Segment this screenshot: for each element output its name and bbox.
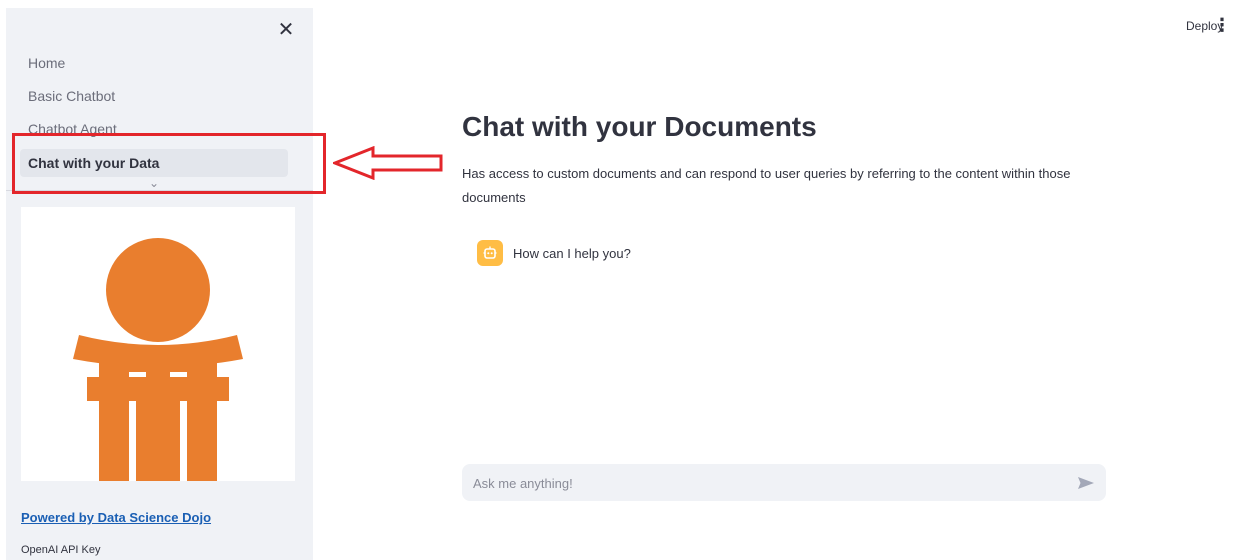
left-arrow-icon [330,145,445,185]
api-key-label: OpenAI API Key [21,544,101,556]
sidebar-item-home[interactable]: Home [20,48,288,81]
robot-icon [477,240,503,266]
page-title: Chat with your Documents [462,111,817,142]
annotation-highlight-box [12,133,326,194]
chat-message: How can I help you? [477,240,631,266]
kebab-menu-icon[interactable]: ⋮ [1213,14,1231,36]
data-science-dojo-logo [21,207,295,481]
page-description: Has access to custom documents and can r… [462,166,1071,205]
chat-input[interactable] [462,464,1065,503]
close-icon[interactable]: ✕ [276,20,296,40]
sidebar: ✕ Home Basic Chatbot Chatbot Agent Chat … [6,8,313,560]
powered-by-link[interactable]: Powered by Data Science Dojo [21,510,211,525]
send-icon[interactable] [1076,473,1096,493]
chat-message-text: How can I help you? [513,245,631,261]
sidebar-item-basic-chatbot[interactable]: Basic Chatbot [20,81,288,114]
chat-input-container [462,464,1106,503]
